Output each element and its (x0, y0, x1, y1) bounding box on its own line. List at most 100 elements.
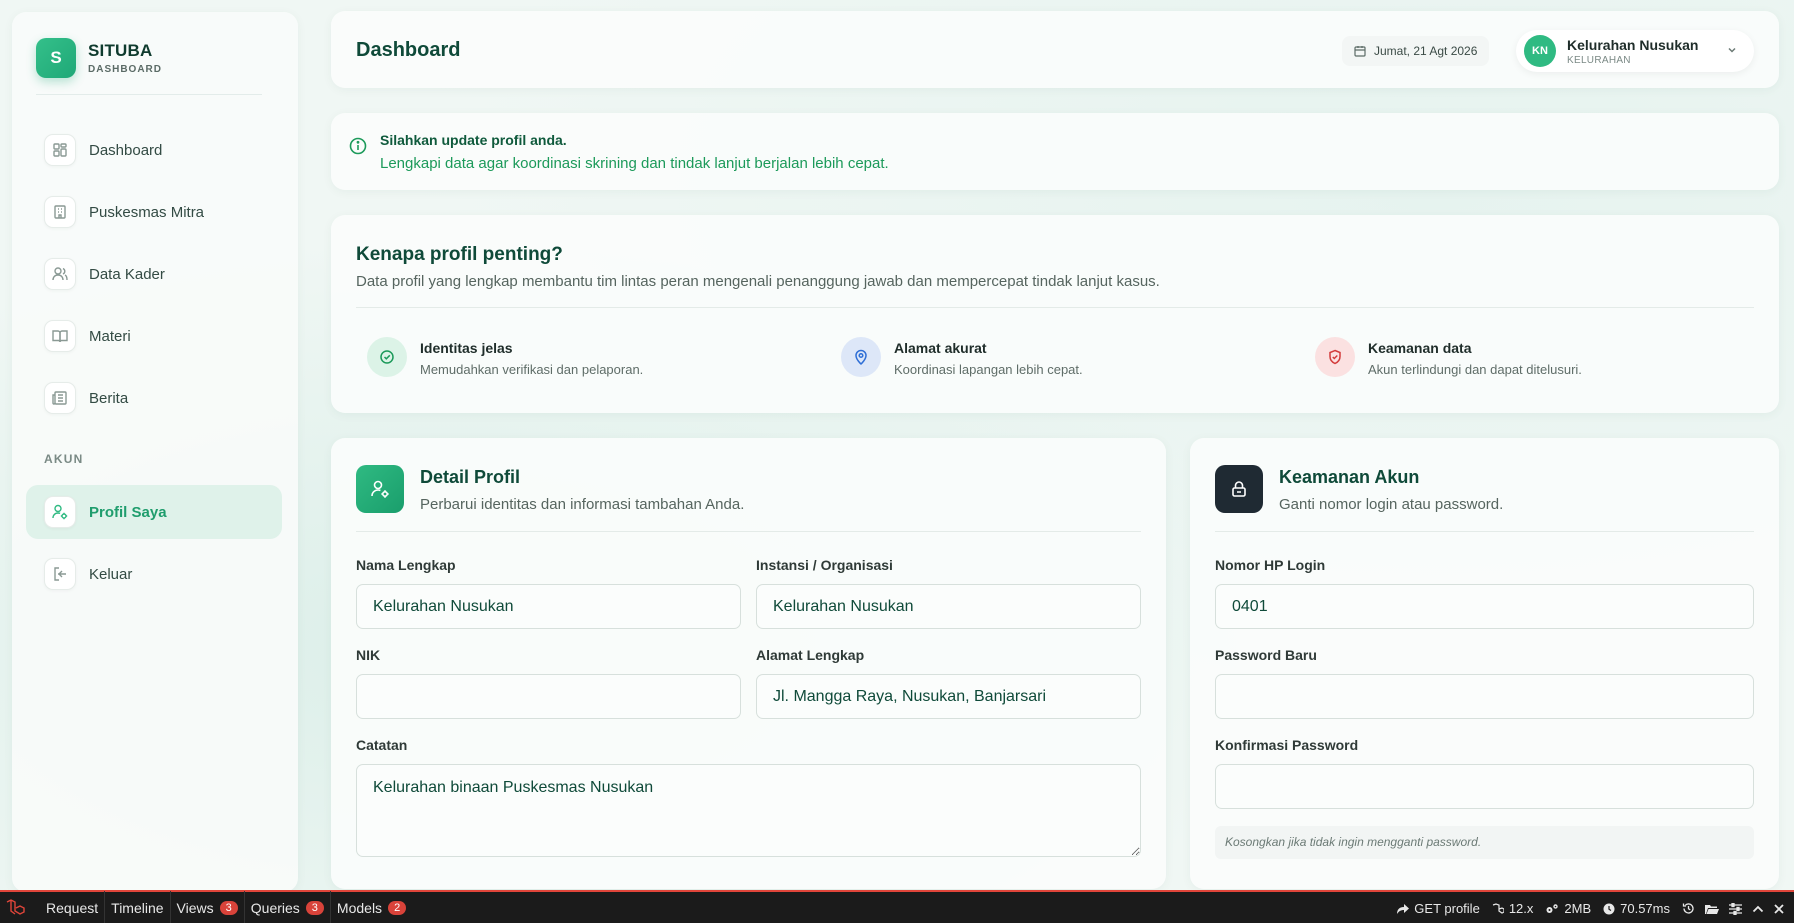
debug-request-text: GET profile (1414, 901, 1480, 916)
nama-label: Nama Lengkap (356, 557, 456, 573)
alert-message: Lengkapi data agar koordinasi skrining d… (380, 155, 889, 172)
shield-check-icon (1315, 337, 1355, 377)
sidebar-item-label: Puskesmas Mitra (89, 203, 205, 221)
phone-label: Nomor HP Login (1215, 557, 1326, 573)
feature-subtitle: Akun terlindungi dan dapat ditelusuri. (1368, 362, 1582, 377)
feature-identitas: Identitas jelas Memudahkan verifikasi da… (367, 337, 643, 377)
date-badge: Jumat, 21 Agt 2026 (1342, 36, 1490, 66)
debug-tab-request[interactable]: Request (40, 891, 106, 923)
debug-bar: Request Timeline Views 3 Queries 3 Models 2… (0, 890, 1794, 923)
building-icon (44, 196, 76, 228)
sidebar-item-berita[interactable]: Berita (26, 371, 282, 425)
confirm-password-label: Konfirmasi Password (1215, 737, 1359, 753)
debug-request-info[interactable]: GET profile (1397, 901, 1480, 916)
share-arrow-icon (1397, 903, 1410, 914)
sidebar-item-profil-saya[interactable]: Profil Saya (26, 485, 282, 539)
topbar: Dashboard Jumat, 21 Agt 2026 KN Keluraha… (331, 11, 1779, 88)
user-name: Kelurahan Nusukan (1567, 36, 1699, 53)
divider (36, 94, 262, 95)
settings-sliders-icon[interactable] (1729, 902, 1742, 915)
laravel-logo-icon[interactable] (6, 898, 32, 917)
sidebar-item-materi[interactable]: Materi (26, 309, 282, 363)
section-description: Ganti nomor login atau password. (1279, 496, 1504, 513)
profile-detail-card: Detail Profil Perbarui identitas dan inf… (331, 438, 1166, 889)
sidebar-item-label: Keluar (89, 565, 133, 583)
logout-icon (44, 558, 76, 590)
sidebar-item-keluar[interactable]: Keluar (26, 547, 282, 601)
nik-label: NIK (356, 647, 381, 663)
debug-tab-label: Models (336, 899, 383, 916)
debug-tab-label: Queries (250, 899, 300, 916)
date-text: Jumat, 21 Agt 2026 (1374, 44, 1478, 58)
sidebar-item-puskesmas-mitra[interactable]: Puskesmas Mitra (26, 185, 282, 239)
why-profile-card: Kenapa profil penting? Data profil yang … (331, 215, 1779, 413)
count-badge: 3 (305, 900, 324, 915)
nama-input[interactable] (356, 584, 741, 629)
count-badge: 2 (388, 900, 407, 915)
info-icon (349, 137, 367, 155)
grid-icon (44, 134, 76, 166)
divider (356, 307, 1754, 308)
instansi-input[interactable] (756, 584, 1141, 629)
user-role: KELURAHAN (1567, 54, 1631, 66)
clock-icon (1603, 903, 1615, 914)
count-badge: 3 (219, 900, 238, 915)
sidebar-item-label: Profil Saya (89, 503, 167, 521)
sidebar-item-label: Materi (89, 327, 131, 345)
instansi-label: Instansi / Organisasi (756, 557, 893, 573)
debug-time-info: 70.57ms (1603, 901, 1670, 916)
password-hint: Kosongkan jika tidak ingin mengganti pas… (1215, 826, 1754, 859)
password-input[interactable] (1215, 674, 1754, 719)
confirm-password-input[interactable] (1215, 764, 1754, 809)
chevron-up-icon[interactable] (1752, 904, 1764, 914)
brand-subtitle: DASHBOARD (88, 64, 162, 75)
section-title: Keamanan Akun (1279, 467, 1420, 487)
check-circle-icon (367, 337, 407, 377)
phone-input[interactable] (1215, 584, 1754, 629)
debug-tab-queries[interactable]: Queries 3 (245, 891, 331, 923)
sidebar-item-data-kader[interactable]: Data Kader (26, 247, 282, 301)
feature-title: Alamat akurat (894, 340, 987, 356)
debug-tab-label: Request (46, 899, 99, 916)
debug-tab-timeline[interactable]: Timeline (105, 891, 171, 923)
nik-input[interactable] (356, 674, 741, 719)
brand[interactable]: S SITUBA DASHBOARD (36, 38, 162, 78)
debug-version-info: 12.x (1492, 901, 1534, 916)
cogs-icon (1546, 903, 1559, 913)
avatar: KN (1524, 35, 1556, 67)
section-description: Perbarui identitas dan informasi tambaha… (420, 496, 745, 513)
history-icon[interactable] (1682, 902, 1695, 915)
laravel-icon (1492, 902, 1504, 914)
password-label: Password Baru (1215, 647, 1317, 663)
users-icon (44, 258, 76, 290)
sidebar-item-label: Data Kader (89, 265, 165, 283)
close-icon[interactable] (1774, 903, 1784, 914)
user-gear-icon (44, 496, 76, 528)
account-security-card: Keamanan Akun Ganti nomor login atau pas… (1190, 438, 1779, 889)
debug-tab-models[interactable]: Models 2 (331, 891, 412, 923)
alert-title: Silahkan update profil anda. (380, 132, 567, 148)
alamat-label: Alamat Lengkap (756, 647, 865, 663)
feature-keamanan: Keamanan data Akun terlindungi dan dapat… (1315, 337, 1582, 377)
feature-title: Keamanan data (1368, 340, 1472, 356)
sidebar-item-label: Dashboard (89, 141, 163, 159)
divider (1215, 531, 1754, 532)
book-icon (44, 320, 76, 352)
brand-name: SITUBA (88, 41, 153, 60)
folder-open-icon[interactable] (1705, 903, 1719, 915)
debug-time-text: 70.57ms (1620, 901, 1670, 916)
catatan-textarea[interactable]: Kelurahan binaan Puskesmas Nusukan (356, 764, 1141, 857)
debug-version-text: 12.x (1508, 901, 1534, 916)
sidebar-item-dashboard[interactable]: Dashboard (26, 123, 282, 177)
newspaper-icon (44, 382, 76, 414)
feature-subtitle: Koordinasi lapangan lebih cepat. (894, 362, 1083, 377)
debug-tab-label: Timeline (111, 899, 164, 916)
debug-tab-views[interactable]: Views 3 (171, 891, 245, 923)
alamat-input[interactable] (756, 674, 1141, 719)
sidebar-item-label: Berita (89, 389, 129, 407)
feature-alamat: Alamat akurat Koordinasi lapangan lebih … (841, 337, 1083, 377)
profile-alert: Silahkan update profil anda. Lengkapi da… (331, 113, 1779, 190)
debug-memory-info: 2MB (1545, 901, 1591, 916)
debug-memory-text: 2MB (1564, 901, 1592, 916)
user-menu[interactable]: KN Kelurahan Nusukan KELURAHAN (1516, 30, 1754, 72)
